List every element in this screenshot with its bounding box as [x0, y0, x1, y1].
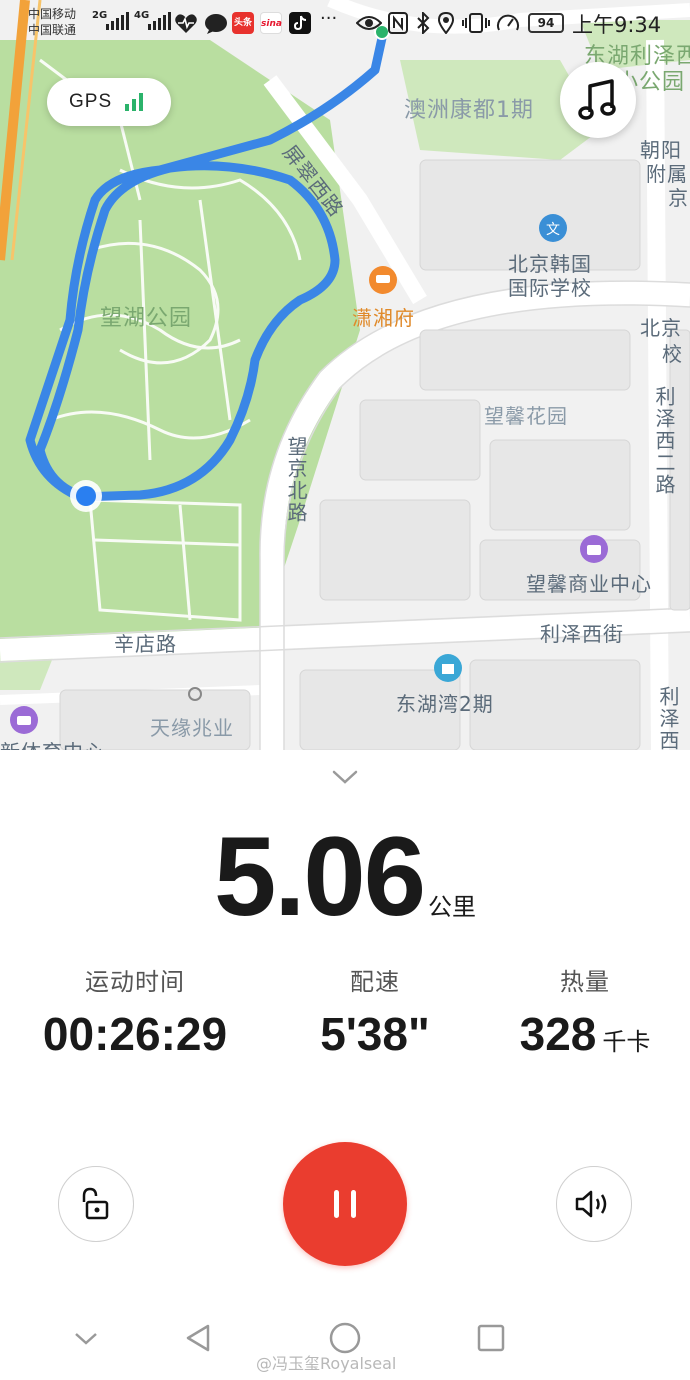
status-bar: 中国移动 中国联通 2G 4G 头条 sina ··· 94 上午9:34 — [0, 0, 690, 48]
map-label-chaoyang-3: 京 — [668, 186, 689, 210]
map-label-beijing-side-1: 北京 — [640, 316, 682, 340]
map-label-beijing-side-2: 校 — [662, 342, 683, 366]
tiktok-icon — [289, 12, 311, 34]
speaker-icon — [575, 1190, 607, 1218]
toutiao-icon: 头条 — [232, 12, 254, 34]
gps-status-chip[interactable]: GPS — [47, 78, 171, 126]
chevron-down-icon[interactable] — [330, 764, 360, 788]
map-label-wangxin-center: 望馨商业中心 — [526, 572, 652, 596]
workout-panel: 5.06 公里 运动时间 00:26:29 配速 5'38" 热量 328 千卡 — [0, 750, 690, 1380]
vibrate-icon — [462, 13, 490, 33]
system-nav-bar: @冯玉玺Royalseal — [0, 1300, 690, 1380]
map-label-wangxin-garden: 望馨花园 — [484, 404, 568, 428]
speedometer-icon — [497, 14, 519, 31]
metric-pace: 配速 5'38" — [270, 962, 480, 1061]
map-label-wanghu-park: 望湖公园 — [100, 306, 193, 331]
map-label-donghuwan: 东湖湾2期 — [396, 692, 494, 716]
music-note-icon — [578, 79, 616, 120]
recents-icon — [477, 1324, 505, 1352]
carrier-2: 中国联通 — [28, 23, 77, 37]
map-label-lize-side: 利泽西 — [656, 686, 680, 750]
unlock-icon — [82, 1187, 109, 1220]
heart-rate-icon — [175, 14, 197, 33]
pause-icon — [334, 1190, 356, 1218]
lock-button[interactable] — [58, 1166, 134, 1242]
weibo-watermark: @冯玉玺Royalseal — [256, 1354, 397, 1373]
svg-text:文: 文 — [546, 222, 560, 238]
nav-back-button[interactable] — [178, 1318, 218, 1358]
carrier-labels: 中国移动 中国联通 — [28, 6, 76, 38]
signal-2-icon — [148, 12, 171, 30]
more-notifications: ··· — [320, 8, 338, 29]
pace-value: 5'38" — [320, 1008, 430, 1060]
location-icon — [438, 12, 454, 34]
gps-signal-icon — [125, 93, 144, 111]
distance-unit: 公里 — [427, 893, 476, 921]
music-button[interactable] — [560, 62, 636, 138]
calories-unit: 千卡 — [602, 1028, 651, 1056]
status-time: 上午9:34 — [572, 13, 662, 37]
sound-button[interactable] — [556, 1166, 632, 1242]
map-label-tianyuan: 天缘兆业 — [150, 716, 234, 740]
signal-1-icon — [106, 12, 129, 30]
chevron-down-icon — [75, 1333, 97, 1345]
map-label-aozhou: 澳洲康都1期 — [404, 98, 534, 123]
eye-icon — [356, 16, 382, 30]
map-label-xindian-road: 辛店路 — [114, 632, 177, 656]
map-label-xiaoxiangfu: 潇湘府 — [352, 306, 415, 330]
map-label-korean-school-2: 国际学校 — [508, 276, 592, 300]
current-location-dot — [76, 486, 96, 506]
map-label-wangjing-north: 望京北路 — [284, 436, 308, 524]
distance-value: 5.06 — [214, 814, 426, 939]
sina-icon: sina — [260, 12, 282, 34]
carrier-1: 中国移动 — [28, 7, 77, 21]
nfc-icon — [388, 12, 408, 34]
back-icon — [186, 1324, 210, 1352]
distance-display: 5.06 公里 — [0, 812, 690, 941]
message-icon — [205, 14, 227, 34]
battery-icon: 94 — [528, 13, 564, 33]
metric-duration: 运动时间 00:26:29 — [30, 962, 240, 1061]
bluetooth-icon — [417, 12, 430, 34]
nav-recents-button[interactable] — [471, 1318, 511, 1358]
nav-hide-button[interactable] — [66, 1318, 106, 1358]
pause-button[interactable] — [283, 1142, 407, 1266]
duration-value: 00:26:29 — [42, 1008, 228, 1060]
map-label-lize-west-street: 利泽西街 — [540, 622, 624, 646]
calories-label: 热量 — [560, 968, 610, 996]
gps-label: GPS — [69, 91, 113, 112]
network-type-1: 2G — [92, 10, 108, 21]
pace-label: 配速 — [350, 968, 400, 996]
duration-label: 运动时间 — [85, 968, 185, 996]
map-label-sports-center: 新体育中心 — [0, 736, 105, 750]
metric-calories: 热量 328 千卡 — [480, 962, 690, 1061]
network-type-2: 4G — [134, 10, 150, 21]
calories-value: 328 — [519, 1008, 597, 1060]
calories-display: 328 千卡 — [480, 1007, 690, 1061]
map-label-lize-west-2nd: 利泽西二路 — [652, 386, 676, 496]
